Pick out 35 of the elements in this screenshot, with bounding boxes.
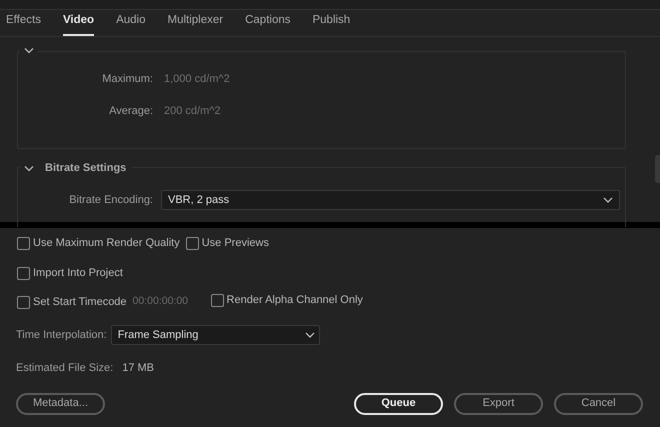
checkbox-label: Use Previews	[202, 236, 269, 251]
checkbox[interactable]	[186, 236, 199, 250]
checkbox[interactable]	[17, 266, 30, 280]
file-size-value: 17 MB	[122, 361, 154, 376]
section-title: Bitrate Settings	[45, 161, 126, 176]
chevron-icon[interactable]	[24, 47, 34, 54]
checkbox-label: Use Maximum Render Quality	[33, 236, 180, 251]
dialog-button[interactable]: Queue	[354, 392, 443, 414]
caret-icon	[603, 197, 613, 203]
tab[interactable]: Multiplexer	[167, 12, 224, 36]
chevron-icon[interactable]	[24, 164, 34, 172]
checkbox-label: Render Alpha Channel Only	[226, 293, 363, 308]
checkbox[interactable]	[17, 296, 30, 308]
tab[interactable]: Audio	[116, 12, 146, 36]
field-label: Time Interpolation:	[16, 328, 107, 343]
tab[interactable]: Video	[62, 12, 94, 36]
tab[interactable]: Effects	[6, 12, 41, 36]
checkbox-label: Set Start Timecode	[33, 294, 127, 310]
checkbox[interactable]	[210, 294, 224, 307]
dialog-button[interactable]: Cancel	[554, 392, 643, 414]
field-label: Bitrate Encoding:	[68, 192, 153, 208]
bitrate-encoding-dropdown[interactable]: VBR, 2 pass	[161, 190, 620, 210]
field-value: 1,000 cd/m^2	[164, 72, 230, 87]
checkbox[interactable]	[17, 236, 30, 250]
tab[interactable]: Captions	[245, 12, 290, 36]
field-value: 200 cd/m^2	[164, 104, 221, 118]
checkbox-label: Import Into Project	[33, 266, 123, 281]
field-label: Estimated File Size:	[16, 361, 114, 376]
dialog-button[interactable]: Export	[454, 392, 543, 414]
dialog-button[interactable]: Metadata...	[16, 392, 105, 414]
time-interpolation-dropdown[interactable]: Frame Sampling	[110, 325, 320, 345]
field-label: Maximum:	[101, 72, 153, 87]
field-label: Average:	[108, 104, 153, 118]
tab[interactable]: Publish	[312, 12, 350, 36]
caret-icon	[304, 332, 315, 338]
